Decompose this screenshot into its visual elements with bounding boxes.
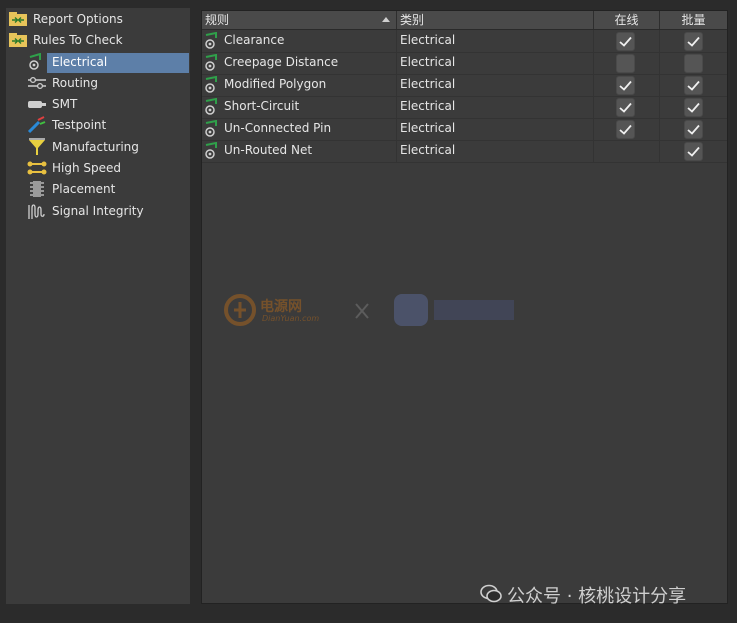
rule-cell: Clearance [202, 30, 397, 52]
electrical-rule-icon [204, 141, 222, 160]
folder-rule-icon [8, 10, 28, 28]
testpoint-icon [27, 116, 47, 134]
electrical-rule-icon [204, 31, 222, 50]
column-header-online-label: 在线 [614, 13, 639, 27]
wechat-icon [480, 584, 502, 607]
table-row[interactable]: Un-Routed Net Electrical [202, 140, 727, 163]
table-row[interactable]: Creepage Distance Electrical [202, 52, 727, 75]
tree-item-electrical[interactable]: Electrical [27, 52, 109, 72]
rule-name: Short-Circuit [224, 99, 300, 113]
batch-checkbox[interactable] [684, 54, 703, 73]
category-cell: Electrical [397, 96, 594, 118]
batch-cell [660, 118, 727, 140]
rule-cell: Modified Polygon [202, 74, 397, 96]
rule-cell: Short-Circuit [202, 96, 397, 118]
tree-item-label: Signal Integrity [52, 204, 144, 218]
online-checkbox[interactable] [616, 76, 635, 95]
electrical-rule-icon [204, 119, 222, 138]
column-header-category[interactable]: 类别 [397, 11, 594, 29]
tree-item-high-speed[interactable]: High Speed [27, 158, 123, 178]
watermark-logo-sub: DianYuan.com [262, 314, 320, 323]
signal-integrity-icon [27, 202, 47, 220]
category-cell: Electrical [397, 52, 594, 74]
tree-item-routing[interactable]: Routing [27, 73, 100, 93]
tree-item-label: Placement [52, 182, 116, 196]
online-cell [594, 52, 660, 74]
batch-cell [660, 96, 727, 118]
category-cell: Electrical [397, 140, 594, 162]
online-checkbox[interactable] [616, 32, 635, 51]
rule-cell: Un-Routed Net [202, 140, 397, 162]
tree-item-label: High Speed [52, 161, 122, 175]
tree-item-report-options[interactable]: Report Options [8, 9, 125, 29]
column-header-batch[interactable]: 批量 [660, 11, 727, 29]
folder-rule-icon [8, 31, 28, 49]
table-row[interactable]: Short-Circuit Electrical [202, 96, 727, 119]
tree-item-testpoint[interactable]: Testpoint [27, 115, 108, 135]
sort-ascending-icon [382, 17, 390, 22]
category-cell: Electrical [397, 118, 594, 140]
online-checkbox[interactable] [616, 54, 635, 73]
batch-checkbox[interactable] [684, 142, 703, 161]
tree-item-label: SMT [52, 97, 78, 111]
column-header-category-label: 类别 [400, 13, 425, 27]
tree-item-manufacturing[interactable]: Manufacturing [27, 137, 141, 157]
category-cell: Electrical [397, 30, 594, 52]
electrical-rule-icon [204, 75, 222, 94]
tree-item-label: Testpoint [52, 118, 107, 132]
tree-item-signal-integrity[interactable]: Signal Integrity [27, 201, 146, 221]
watermark-logo-text: 电源网 [260, 299, 302, 315]
table-row[interactable]: Modified Polygon Electrical [202, 74, 727, 97]
tree-item-placement[interactable]: Placement [27, 179, 117, 199]
batch-checkbox[interactable] [684, 98, 703, 117]
watermark-footer-text: 公众号 · 核桃设计分享 [507, 586, 687, 607]
batch-cell [660, 74, 727, 96]
tree-item-label: Report Options [33, 12, 123, 26]
manufacturing-icon [27, 138, 47, 156]
electrical-rule-icon [204, 53, 222, 72]
watermark-logo: 电源网 DianYuan.com [222, 292, 522, 335]
rule-cell: Un-Connected Pin [202, 118, 397, 140]
rule-name: Un-Routed Net [224, 143, 313, 157]
column-header-rule-label: 规则 [205, 13, 230, 27]
rule-name: Creepage Distance [224, 55, 339, 69]
tree-item-label: Electrical [52, 55, 108, 69]
online-cell [594, 96, 660, 118]
grid-header: 规则 类别 在线 批量 [202, 11, 727, 30]
batch-cell [660, 52, 727, 74]
online-checkbox[interactable] [616, 120, 635, 139]
table-row[interactable]: Clearance Electrical [202, 30, 727, 53]
electrical-icon [27, 53, 47, 71]
online-cell [594, 118, 660, 140]
rule-name: Clearance [224, 33, 285, 47]
online-cell [594, 140, 660, 162]
batch-cell [660, 30, 727, 52]
category-cell: Electrical [397, 74, 594, 96]
electrical-rule-icon [204, 97, 222, 116]
column-header-online[interactable]: 在线 [594, 11, 660, 29]
rule-name: Modified Polygon [224, 77, 327, 91]
tree-item-label: Manufacturing [52, 140, 139, 154]
tree-item-label: Rules To Check [33, 33, 123, 47]
tree-item-smt[interactable]: SMT [27, 94, 79, 114]
table-row[interactable]: Un-Connected Pin Electrical [202, 118, 727, 141]
batch-checkbox[interactable] [684, 76, 703, 95]
batch-checkbox[interactable] [684, 32, 703, 51]
column-header-rule[interactable]: 规则 [202, 11, 397, 29]
placement-icon [27, 180, 47, 198]
high-speed-icon [27, 159, 47, 177]
rule-name: Un-Connected Pin [224, 121, 332, 135]
routing-icon [27, 74, 47, 92]
column-header-batch-label: 批量 [681, 13, 706, 27]
batch-cell [660, 140, 727, 162]
tree-item-label: Routing [52, 76, 99, 90]
tree-item-rules-to-check[interactable]: Rules To Check [8, 30, 125, 50]
online-checkbox[interactable] [616, 98, 635, 117]
online-cell [594, 74, 660, 96]
rule-cell: Creepage Distance [202, 52, 397, 74]
online-cell [594, 30, 660, 52]
smt-icon [27, 95, 47, 113]
batch-checkbox[interactable] [684, 120, 703, 139]
